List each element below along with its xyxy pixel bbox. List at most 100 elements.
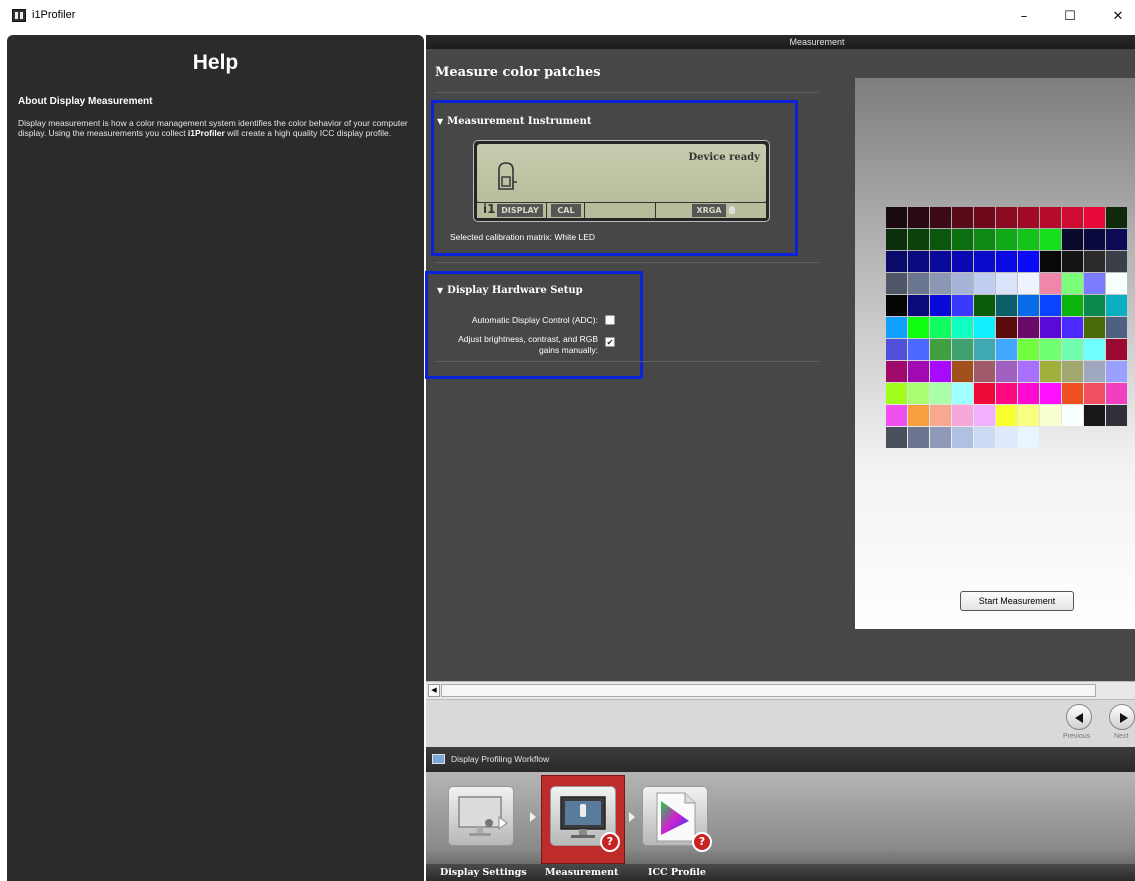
color-patch	[952, 207, 973, 228]
color-patch	[1018, 339, 1039, 360]
start-measurement-button[interactable]: Start Measurement	[960, 591, 1074, 611]
color-patch	[952, 405, 973, 426]
color-patch	[908, 427, 929, 448]
display-settings-icon	[458, 796, 508, 836]
color-patch	[996, 317, 1017, 338]
color-patch	[1062, 251, 1083, 272]
color-patch	[908, 251, 929, 272]
color-patch	[930, 251, 951, 272]
color-patch	[930, 361, 951, 382]
color-patch	[908, 339, 929, 360]
help-body-text-end: will create a high quality ICC display p…	[224, 128, 392, 138]
hardware-section-toggle[interactable]: ▼ Display Hardware Setup	[437, 285, 583, 296]
color-patch	[1018, 295, 1039, 316]
color-patch	[1040, 251, 1061, 272]
color-patch	[952, 383, 973, 404]
color-patch	[886, 207, 907, 228]
instrument-section-toggle[interactable]: ▼ Measurement Instrument	[437, 116, 591, 127]
color-patch	[908, 317, 929, 338]
color-patch	[886, 295, 907, 316]
color-patch	[908, 273, 929, 294]
color-patch	[886, 405, 907, 426]
scrollbar-thumb[interactable]	[441, 684, 1096, 697]
color-patch	[1084, 273, 1105, 294]
color-patch	[952, 317, 973, 338]
color-patch	[1084, 207, 1105, 228]
divider	[435, 361, 819, 362]
color-patch	[952, 251, 973, 272]
measurement-help-badge[interactable]: ?	[600, 832, 620, 852]
color-patch	[1040, 339, 1061, 360]
color-patch	[1018, 405, 1039, 426]
color-patch	[930, 383, 951, 404]
horizontal-scrollbar[interactable]: ◀	[426, 681, 1135, 699]
color-patch	[1018, 207, 1039, 228]
color-patch	[1018, 229, 1039, 250]
color-patch	[952, 339, 973, 360]
close-button[interactable]: ✕	[1101, 0, 1135, 34]
color-patch	[930, 317, 951, 338]
color-patch	[996, 207, 1017, 228]
color-patch	[1106, 251, 1127, 272]
color-patch	[930, 207, 951, 228]
color-patch	[908, 361, 929, 382]
scroll-left-arrow-icon[interactable]: ◀	[428, 684, 440, 697]
next-button[interactable]	[1109, 704, 1135, 730]
xrga-badge: XRGA	[692, 204, 726, 217]
icc-profile-help-badge[interactable]: ?	[692, 832, 712, 852]
lcd-brand: i1	[483, 202, 496, 216]
color-patch	[1040, 207, 1061, 228]
color-patch	[974, 427, 995, 448]
colorimeter-icon	[498, 162, 517, 190]
step-arrow-icon	[629, 812, 635, 822]
step-measurement[interactable]: ?	[550, 786, 620, 852]
color-patch	[996, 405, 1017, 426]
color-patch	[1040, 317, 1061, 338]
color-patch	[908, 405, 929, 426]
color-patch	[1106, 207, 1127, 228]
adc-checkbox[interactable]	[605, 315, 615, 325]
divider	[435, 92, 819, 93]
device-lcd: Device ready i1 DISPLAY CAL XRGA	[473, 140, 770, 222]
color-patch	[1018, 273, 1039, 294]
step-arrow-icon	[530, 812, 536, 822]
divider	[435, 262, 819, 263]
instrument-heading: Measurement Instrument	[447, 116, 592, 127]
color-patch	[1018, 317, 1039, 338]
workflow-bar: Display Profiling Workflow	[426, 747, 1135, 772]
color-patch	[908, 207, 929, 228]
color-patch	[1018, 251, 1039, 272]
color-patch	[1106, 383, 1127, 404]
main-panel: Measurement Measure color patches ▼ Measu…	[425, 35, 1135, 881]
color-patch	[1062, 383, 1083, 404]
step-label-icc-profile[interactable]: ICC Profile	[648, 867, 706, 878]
color-patch	[886, 383, 907, 404]
color-patch	[996, 229, 1017, 250]
color-patch	[996, 339, 1017, 360]
maximize-button[interactable]: ☐	[1053, 0, 1087, 34]
help-panel: Help About Display Measurement Display m…	[7, 35, 424, 881]
color-patch	[1040, 295, 1061, 316]
minimize-button[interactable]: –	[1007, 0, 1041, 34]
previous-label: Previous	[1063, 733, 1091, 740]
color-patch	[996, 361, 1017, 382]
step-icc-profile[interactable]: ?	[642, 786, 712, 852]
lcd-separator	[655, 203, 656, 219]
adc-label: Automatic Display Control (ADC):	[471, 315, 598, 325]
color-patch	[974, 361, 995, 382]
color-patch	[974, 207, 995, 228]
step-display-settings[interactable]	[448, 786, 514, 846]
color-patch	[930, 295, 951, 316]
color-patch	[1062, 405, 1083, 426]
help-heading: About Display Measurement	[18, 96, 153, 107]
lcd-status-row: i1 DISPLAY CAL XRGA	[477, 202, 766, 219]
color-patch	[1062, 273, 1083, 294]
step-label-display-settings[interactable]: Display Settings	[440, 867, 527, 878]
previous-button[interactable]	[1066, 704, 1092, 730]
color-patch	[886, 339, 907, 360]
manual-adjust-checkbox[interactable]: ✔	[605, 337, 615, 347]
color-patch	[1084, 405, 1105, 426]
step-label-measurement[interactable]: Measurement	[545, 867, 618, 878]
color-patch	[1084, 251, 1105, 272]
color-patch	[1106, 229, 1127, 250]
